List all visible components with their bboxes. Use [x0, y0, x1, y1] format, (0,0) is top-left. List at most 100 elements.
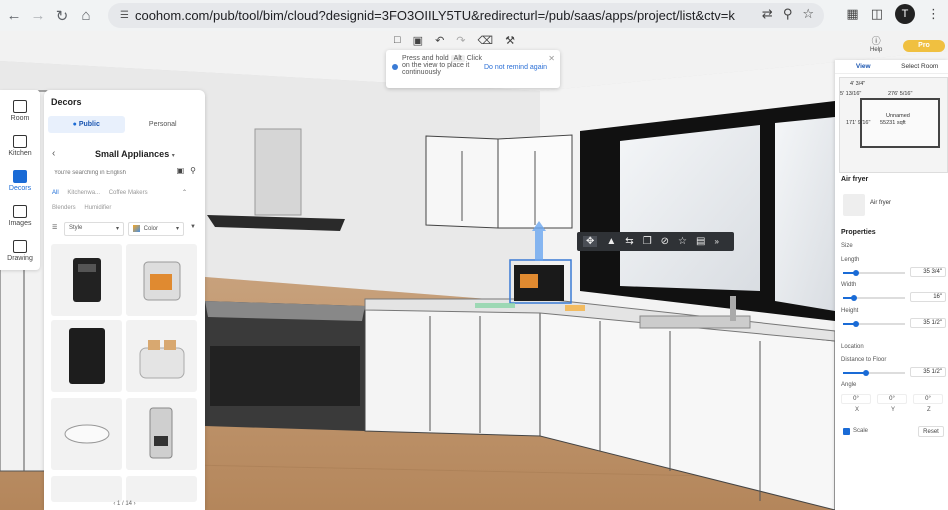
product-toaster[interactable]	[126, 320, 197, 392]
height-slider[interactable]	[843, 321, 905, 327]
product-espresso[interactable]	[126, 398, 197, 470]
filter-kitchenware[interactable]: Kitchenwa...	[67, 190, 100, 196]
favorite-star-icon[interactable]: ☆	[678, 236, 687, 247]
filter-toolbar: ☰ Style ▾ Color ▾ ▼	[50, 222, 200, 236]
length-field[interactable]: 35 3/4"	[910, 267, 946, 277]
air-fryer-thumbnail	[143, 261, 181, 301]
filter-all[interactable]: All	[52, 190, 59, 196]
filter-icon[interactable]: ▼	[190, 224, 196, 230]
forward-icon[interactable]: →	[26, 4, 50, 28]
filter-coffee-makers[interactable]: Coffee Makers	[109, 190, 148, 196]
angle-label: Angle	[841, 382, 857, 388]
pagination: ‹ 1 / 14 ›	[44, 501, 205, 507]
length-slider[interactable]	[843, 270, 905, 276]
distance-label: Distance to Floor	[841, 357, 887, 363]
tab-select-room[interactable]: Select Room	[892, 60, 948, 73]
nav-kitchen[interactable]: Kitchen	[0, 135, 40, 157]
back-icon[interactable]: ←	[2, 4, 26, 28]
move-icon[interactable]: ✥	[583, 236, 598, 247]
tab-personal[interactable]: Personal	[125, 116, 202, 133]
distance-field[interactable]: 35 1/2"	[910, 367, 946, 377]
robot-base-thumbnail	[69, 328, 105, 384]
alt-key: Alt	[450, 55, 465, 62]
mirror-icon[interactable]: ▲	[606, 236, 616, 247]
extensions-icon[interactable]: ▦	[846, 6, 858, 22]
tab-public[interactable]: ● Public	[48, 116, 125, 133]
product-robot-base[interactable]	[51, 320, 122, 392]
width-field[interactable]: 16"	[910, 292, 946, 302]
category-dropdown[interactable]: Small Appliances ▾	[95, 149, 175, 159]
pro-badge[interactable]: Pro	[903, 40, 945, 52]
tab-public-label: Public	[78, 121, 100, 128]
item-name: Air fryer	[870, 200, 891, 206]
undo-icon[interactable]: ↶	[435, 34, 444, 47]
hide-icon[interactable]: ⊘	[661, 236, 669, 247]
style-select[interactable]: Style ▾	[64, 222, 124, 236]
room-area: 55231 sqft	[880, 120, 906, 126]
filter-humidifier[interactable]: Humidifier	[84, 205, 111, 211]
main-toolbar: □ ▣ ↶ ↷ ⌫ ⚒	[394, 34, 515, 47]
angle-y-field[interactable]: 0°	[877, 394, 907, 404]
product-coffee-machine[interactable]	[51, 244, 122, 316]
chevron-right-icon[interactable]: ›	[134, 501, 136, 507]
reload-icon[interactable]: ↻	[50, 4, 74, 28]
save-icon[interactable]: ▣	[413, 34, 423, 47]
nav-drawing[interactable]: Drawing	[0, 240, 40, 262]
nav-decors[interactable]: Decors	[0, 170, 40, 192]
width-slider[interactable]	[843, 295, 905, 301]
product-blender[interactable]	[126, 476, 197, 502]
tools-icon[interactable]: ⚒	[505, 34, 515, 47]
nav-images-label: Images	[8, 220, 32, 227]
address-bar[interactable]: ☰ coohom.com/pub/tool/bim/cloud?designid…	[108, 3, 824, 28]
file-icon[interactable]: □	[394, 34, 401, 47]
sidebar-icon[interactable]: ◫	[871, 6, 883, 22]
bookmark-star-icon[interactable]: ☆	[802, 6, 814, 22]
more-icon[interactable]: »	[714, 237, 718, 246]
angle-x-field[interactable]: 0°	[841, 394, 871, 404]
search-input[interactable]	[54, 167, 164, 179]
scale-checkbox[interactable]	[843, 428, 850, 435]
product-air-fryer[interactable]	[126, 244, 197, 316]
nav-room[interactable]: Room	[0, 100, 40, 122]
site-settings-icon[interactable]: ☰	[120, 10, 129, 21]
copy-icon[interactable]: ❐	[643, 236, 652, 247]
browser-menu-icon[interactable]: ⋮	[927, 6, 940, 22]
translate-icon[interactable]: ⇄	[762, 6, 773, 22]
nav-images[interactable]: Images	[0, 205, 40, 227]
view-tabs: View Select Room	[835, 60, 948, 74]
profile-avatar[interactable]: T	[895, 4, 915, 24]
product-placeholder[interactable]	[51, 476, 122, 502]
chevron-left-icon[interactable]: ‹	[52, 148, 55, 159]
dim-side: 171' 9/16"	[846, 120, 871, 126]
home-icon[interactable]: ⌂	[74, 4, 98, 28]
category-title: Small Appliances	[95, 149, 170, 159]
eraser-icon[interactable]: ⌫	[478, 34, 494, 47]
camera-search-icon[interactable]: ▣	[177, 166, 185, 175]
item-title: Air fryer	[841, 176, 869, 183]
filter-blenders[interactable]: Blenders	[52, 205, 76, 211]
tab-view[interactable]: View	[835, 60, 892, 73]
nav-room-label: Room	[10, 115, 30, 122]
reset-button[interactable]: Reset	[918, 426, 944, 437]
help-button[interactable]: ⓘ Help	[870, 34, 882, 53]
properties-title: Properties	[841, 229, 876, 236]
zoom-icon[interactable]: ⚲	[783, 6, 793, 22]
redo-icon[interactable]: ↷	[456, 34, 465, 47]
delete-icon[interactable]: ▤	[696, 236, 705, 247]
dont-remind-link[interactable]: Do not remind again	[484, 64, 547, 71]
chevron-up-icon[interactable]: ⌃	[182, 186, 187, 201]
close-icon[interactable]: ✕	[548, 54, 555, 63]
dim-mid: 276' 5/16"	[888, 91, 913, 97]
search-icon[interactable]: ⚲	[190, 166, 196, 175]
angle-z-field[interactable]: 0°	[913, 394, 943, 404]
replace-icon[interactable]: ⇆	[625, 236, 633, 247]
height-field[interactable]: 35 1/2"	[910, 318, 946, 328]
dim-top: 4' 3/4"	[850, 81, 866, 87]
distance-slider[interactable]	[843, 370, 905, 376]
panel-title: Decors	[51, 97, 82, 107]
color-select[interactable]: Color ▾	[128, 222, 184, 236]
chevron-left-icon[interactable]: ‹	[113, 501, 115, 507]
product-robot-vacuum[interactable]	[51, 398, 122, 470]
sort-icon[interactable]: ☰	[52, 224, 57, 231]
floorplan-minimap[interactable]: 4' 3/4" 5' 13/16" 276' 5/16" 171' 9/16" …	[839, 77, 948, 173]
